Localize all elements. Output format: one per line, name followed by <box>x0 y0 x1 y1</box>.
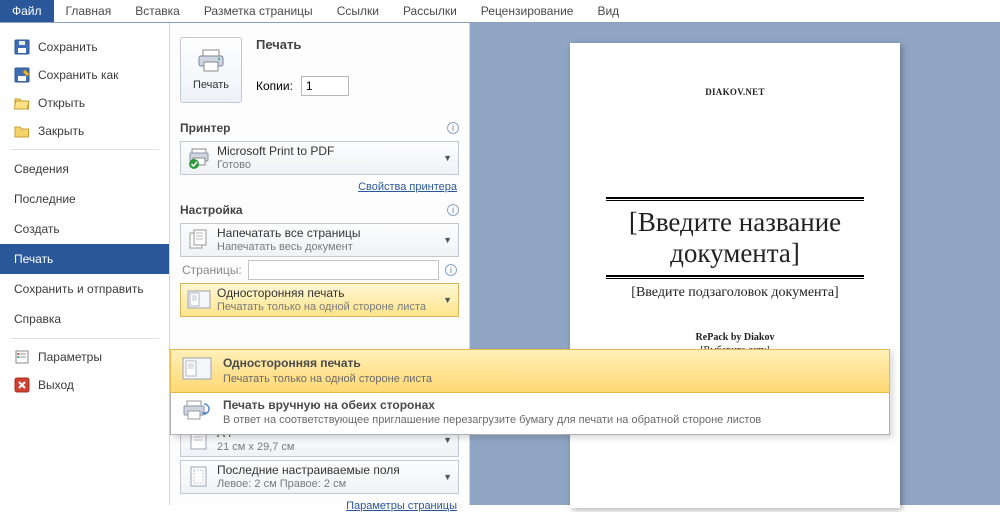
sidebar-выход[interactable]: Выход <box>0 371 169 399</box>
sidebar-separator <box>10 149 159 150</box>
sidebar-закрыть[interactable]: Закрыть <box>0 117 169 145</box>
margins-subtitle: Левое: 2 см Правое: 2 см <box>217 478 437 491</box>
ribbon-tab-рассылки[interactable]: Рассылки <box>391 0 469 22</box>
title-rule-bottom <box>606 275 864 279</box>
printer-icon <box>197 49 225 73</box>
doc-subtitle: [Введите подзаголовок документа] <box>606 285 864 302</box>
sides-option-icon <box>181 356 213 382</box>
chevron-down-icon: ▼ <box>443 472 452 482</box>
sidebar-item-label: Открыть <box>38 96 85 110</box>
sidebar-item-label: Выход <box>38 378 74 392</box>
sidebar-печать[interactable]: Печать <box>0 244 169 274</box>
settings-heading: Настройка <box>180 203 243 217</box>
sides-title: Односторонняя печать <box>217 286 437 300</box>
option-title: Печать вручную на обеих сторонах <box>223 398 761 414</box>
info-icon[interactable]: i <box>445 264 457 276</box>
print-scope-dropdown[interactable]: Напечатать все страницы Напечатать весь … <box>180 223 459 257</box>
pages-input[interactable] <box>248 260 439 280</box>
margins-icon <box>187 465 211 489</box>
scope-title: Напечатать все страницы <box>217 226 437 240</box>
printer-dropdown[interactable]: Microsoft Print to PDF Готово ▼ <box>180 141 459 175</box>
preview-page: DIAKOV.NET [Введите название документа] … <box>570 43 900 508</box>
sidebar-сохранить[interactable]: Сохранить <box>0 33 169 61</box>
sides-option-icon <box>181 398 213 424</box>
open-icon <box>14 95 30 111</box>
copies-label: Копии: <box>256 79 293 93</box>
copies-input[interactable] <box>301 76 349 96</box>
chevron-down-icon: ▼ <box>443 295 452 305</box>
pages-label: Страницы: <box>182 263 242 277</box>
ribbon-tab-главная[interactable]: Главная <box>54 0 124 22</box>
sidebar-item-label: Сохранить как <box>38 68 118 82</box>
option-desc: Печатать только на одной стороне листа <box>223 372 432 386</box>
sidebar-сведения[interactable]: Сведения <box>0 154 169 184</box>
ribbon-tab-рецензирование[interactable]: Рецензирование <box>469 0 586 22</box>
sidebar-последние[interactable]: Последние <box>0 184 169 214</box>
sidebar-параметры[interactable]: Параметры <box>0 343 169 371</box>
ribbon-tab-разметка страницы[interactable]: Разметка страницы <box>192 0 325 22</box>
sidebar-item-label: Сохранить <box>38 40 98 54</box>
pages-icon <box>187 228 211 252</box>
option-desc: В ответ на соответствующее приглашение п… <box>223 413 761 427</box>
ribbon-tab-файл[interactable]: Файл <box>0 0 54 22</box>
sides-subtitle: Печатать только на одной стороне листа <box>217 301 437 314</box>
doc-title: [Введите название документа] <box>606 207 864 269</box>
paper-subtitle: 21 см x 29,7 см <box>217 441 437 454</box>
sides-option-0[interactable]: Односторонняя печатьПечатать только на о… <box>170 349 890 393</box>
sidebar-справка[interactable]: Справка <box>0 304 169 334</box>
chevron-down-icon: ▼ <box>443 235 452 245</box>
print-button[interactable]: Печать <box>180 37 242 103</box>
doc-meta1: RePack by Diakov <box>606 332 864 343</box>
page-setup-link[interactable]: Параметры страницы <box>346 500 457 512</box>
sides-flyout: Односторонняя печатьПечатать только на о… <box>170 349 890 435</box>
ribbon-tab-вид[interactable]: Вид <box>585 0 631 22</box>
margins-dropdown[interactable]: Последние настраиваемые поля Левое: 2 см… <box>180 460 459 494</box>
printer-status-icon <box>187 146 211 170</box>
sidebar-открыть[interactable]: Открыть <box>0 89 169 117</box>
save-icon <box>14 39 30 55</box>
printer-status: Готово <box>217 159 437 172</box>
doc-header: DIAKOV.NET <box>606 87 864 97</box>
ribbon-tab-вставка[interactable]: Вставка <box>123 0 192 22</box>
sidebar-сохранить-и-отправить[interactable]: Сохранить и отправить <box>0 274 169 304</box>
sides-option-1[interactable]: Печать вручную на обеих сторонахВ ответ … <box>171 392 889 434</box>
ribbon-tab-ссылки[interactable]: Ссылки <box>325 0 391 22</box>
sidebar-сохранить-как[interactable]: Сохранить как <box>0 61 169 89</box>
printer-properties-link[interactable]: Свойства принтера <box>358 181 457 193</box>
chevron-down-icon: ▼ <box>443 153 452 163</box>
print-button-label: Печать <box>193 79 229 91</box>
title-rule-top <box>606 197 864 201</box>
exit-icon <box>14 377 30 393</box>
saveas-icon <box>14 67 30 83</box>
sidebar-item-label: Параметры <box>38 350 102 364</box>
file-sidebar: Сохранить Сохранить как Открыть Закрыть Све… <box>0 23 170 505</box>
ribbon-tabs: ФайлГлавнаяВставкаРазметка страницыСсылк… <box>0 0 1000 23</box>
sidebar-item-label: Закрыть <box>38 124 84 138</box>
sides-dropdown[interactable]: Односторонняя печать Печатать только на … <box>180 283 459 317</box>
option-title: Односторонняя печать <box>223 356 432 372</box>
sidebar-создать[interactable]: Создать <box>0 214 169 244</box>
info-icon[interactable]: i <box>447 204 459 216</box>
printer-heading: Принтер <box>180 121 230 135</box>
single-side-icon <box>187 288 211 312</box>
print-heading: Печать <box>256 37 349 52</box>
sidebar-separator <box>10 338 159 339</box>
margins-title: Последние настраиваемые поля <box>217 463 437 477</box>
print-settings-panel: Печать Печать Копии: Принтер i <box>170 23 470 505</box>
scope-subtitle: Напечатать весь документ <box>217 241 437 254</box>
close-icon <box>14 123 30 139</box>
chevron-down-icon: ▼ <box>443 435 452 445</box>
options-icon <box>14 349 30 365</box>
info-icon[interactable]: i <box>447 122 459 134</box>
printer-name: Microsoft Print to PDF <box>217 144 437 158</box>
